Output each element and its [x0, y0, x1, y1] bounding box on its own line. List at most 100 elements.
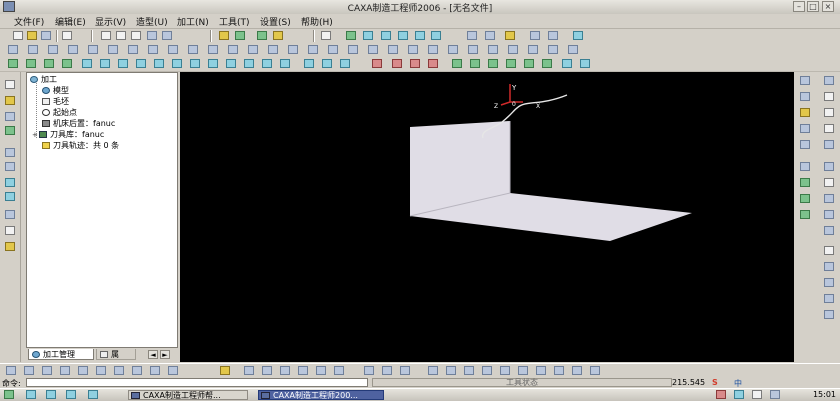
formula-curve-icon[interactable] [824, 162, 834, 171]
tool-y-icon[interactable] [488, 45, 498, 54]
tree-item-blank[interactable]: 毛坯 [42, 96, 69, 107]
circle-tool-icon[interactable] [824, 92, 834, 101]
surface-extend-icon[interactable] [400, 366, 410, 375]
surface-boundary-icon[interactable] [824, 310, 834, 319]
print-icon[interactable] [62, 31, 72, 40]
surface-fillet-icon[interactable] [364, 366, 374, 375]
window-icon[interactable] [321, 31, 331, 40]
tab-scroll-right-button[interactable]: ► [160, 350, 170, 359]
process-sheet-icon[interactable] [410, 59, 420, 68]
tool-b-icon[interactable] [28, 45, 38, 54]
new-file-icon[interactable] [13, 31, 23, 40]
measure-icon[interactable] [5, 210, 15, 219]
roughing-icon[interactable] [8, 59, 18, 68]
delete-point-icon[interactable] [542, 59, 552, 68]
bottom-tool-3-icon[interactable] [42, 366, 52, 375]
text-tool-icon[interactable] [824, 246, 834, 255]
tool-r-icon[interactable] [348, 45, 358, 54]
shaded-icon[interactable] [505, 31, 515, 40]
bottom-tool-7-icon[interactable] [114, 366, 124, 375]
tree-item-model[interactable]: 模型 [42, 85, 69, 96]
waterline-icon[interactable] [100, 59, 110, 68]
task-caxa-help[interactable]: CAXA制造工程师帮... [128, 390, 248, 400]
tree-root-machining[interactable]: 加工 [30, 74, 57, 85]
paste-icon[interactable] [131, 31, 141, 40]
extrude-feature-icon[interactable] [428, 366, 438, 375]
break-icon[interactable] [800, 162, 810, 171]
finishing-icon[interactable] [26, 59, 36, 68]
tool-z-icon[interactable] [508, 45, 518, 54]
cut-feature-icon[interactable] [446, 366, 456, 375]
tree-item-toolpaths[interactable]: 刀具轨迹：共 0 条 [42, 140, 119, 151]
path-edit-icon[interactable] [452, 59, 462, 68]
pocket-icon[interactable] [62, 59, 72, 68]
menu-file[interactable]: 文件(F) [14, 15, 44, 28]
draft-feature-icon[interactable] [518, 366, 528, 375]
task-caxa-main[interactable]: CAXA制造工程师200... [258, 390, 384, 400]
tray-volume-icon[interactable] [752, 390, 762, 399]
tool-p-icon[interactable] [308, 45, 318, 54]
reverse-icon[interactable] [428, 59, 438, 68]
view-orient-icon[interactable] [548, 31, 558, 40]
revolve-feature-icon[interactable] [464, 366, 474, 375]
zoom-in-icon[interactable] [381, 31, 391, 40]
tab-properties[interactable]: 属 [96, 349, 136, 360]
conic-tool-icon[interactable] [824, 210, 834, 219]
tool-w-icon[interactable] [448, 45, 458, 54]
intersection-curve-icon[interactable] [824, 294, 834, 303]
tool-l-icon[interactable] [228, 45, 238, 54]
equidistant-icon[interactable] [824, 226, 834, 235]
tab-scroll-left-button[interactable]: ◄ [148, 350, 158, 359]
tool-ac-icon[interactable] [568, 45, 578, 54]
offset-icon[interactable] [5, 148, 15, 157]
corner-icon[interactable] [172, 59, 182, 68]
restore-button[interactable]: □ [807, 1, 819, 12]
tool-ab-icon[interactable] [548, 45, 558, 54]
extrude-surface-icon[interactable] [244, 366, 254, 375]
revolve-surface-icon[interactable] [262, 366, 272, 375]
surface-trim-icon[interactable] [382, 366, 392, 375]
point-edit-icon[interactable] [506, 59, 516, 68]
pattern-feature-icon[interactable] [554, 366, 564, 375]
tool-s-icon[interactable] [368, 45, 378, 54]
path-reorder-icon[interactable] [562, 59, 572, 68]
color-icon[interactable] [273, 31, 283, 40]
ellipse-tool-icon[interactable] [824, 124, 834, 133]
bottom-tool-2-icon[interactable] [24, 366, 34, 375]
help-pointer-icon[interactable] [573, 31, 583, 40]
bottom-tool-9-icon[interactable] [150, 366, 160, 375]
redo-icon[interactable] [162, 31, 172, 40]
menu-tools[interactable]: 工具(T) [219, 15, 250, 28]
tree-item-start-point[interactable]: 起始点 [42, 107, 77, 118]
menu-help[interactable]: 帮助(H) [301, 15, 333, 28]
pencil-trace-icon[interactable] [190, 59, 200, 68]
light-icon[interactable] [219, 31, 229, 40]
cut-icon[interactable] [101, 31, 111, 40]
groove-icon[interactable] [340, 59, 350, 68]
tool-j-icon[interactable] [188, 45, 198, 54]
copy-icon[interactable] [116, 31, 126, 40]
sogou-ime-icon[interactable]: S [712, 378, 718, 387]
close-button[interactable]: × [822, 1, 834, 12]
tool-h-icon[interactable] [148, 45, 158, 54]
menu-machining[interactable]: 加工(N) [177, 15, 209, 28]
layer-icon[interactable] [235, 31, 245, 40]
offset-curve-icon[interactable] [800, 108, 810, 117]
tool-m-icon[interactable] [248, 45, 258, 54]
bottom-tool-10-icon[interactable] [168, 366, 178, 375]
rotate-view-icon[interactable] [415, 31, 425, 40]
chamfer-icon[interactable] [800, 210, 810, 219]
command-input[interactable] [26, 378, 368, 387]
tool-a-icon[interactable] [8, 45, 18, 54]
tray-ime-icon[interactable] [716, 390, 726, 399]
taskbar-clock[interactable]: 15:01 [813, 390, 836, 399]
spline-tool-icon[interactable] [824, 140, 834, 149]
sweep-surface-icon[interactable] [280, 366, 290, 375]
arc-tool-icon[interactable] [824, 76, 834, 85]
hole-feature-icon[interactable] [482, 366, 492, 375]
rectangle-tool-icon[interactable] [824, 108, 834, 117]
menu-edit[interactable]: 编辑(E) [55, 15, 86, 28]
zoom-out-icon[interactable] [398, 31, 408, 40]
tool-i-icon[interactable] [168, 45, 178, 54]
bottom-tool-1-icon[interactable] [6, 366, 16, 375]
